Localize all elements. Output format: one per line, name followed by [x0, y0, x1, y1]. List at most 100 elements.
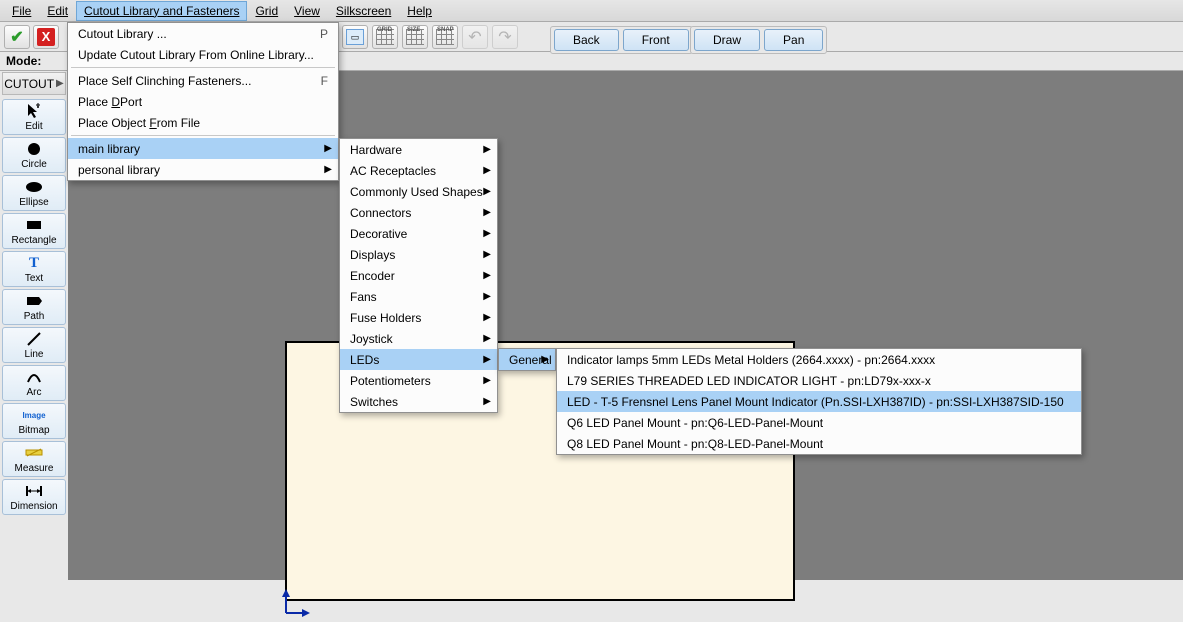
size-button[interactable]: SIZE	[402, 25, 428, 49]
tool-bitmap[interactable]: ImageBitmap	[2, 403, 66, 439]
menu-item-general[interactable]: General▶	[499, 349, 555, 370]
menu-item-fans[interactable]: Fans▶	[340, 286, 497, 307]
tool-edit[interactable]: Edit	[2, 99, 66, 135]
front-button[interactable]: Front	[623, 29, 689, 51]
menu-item-potentiometers[interactable]: Potentiometers▶	[340, 370, 497, 391]
tool-label: Measure	[15, 463, 54, 474]
snap-icon: SNAP	[436, 29, 454, 45]
x-icon: X	[37, 28, 55, 46]
tool-ellipse[interactable]: Ellipse	[2, 175, 66, 211]
check-icon: ✔	[10, 27, 23, 47]
tool-path[interactable]: Path	[2, 289, 66, 325]
snap-button[interactable]: SNAP	[432, 25, 458, 49]
menu-item-led-option[interactable]: Q8 LED Panel Mount - pn:Q8-LED-Panel-Mou…	[557, 433, 1081, 454]
menu-item-ac-receptacles[interactable]: AC Receptacles▶	[340, 160, 497, 181]
tool-label: Dimension	[10, 501, 57, 512]
chevron-right-icon: ▶	[324, 164, 332, 175]
chevron-right-icon: ▶	[483, 291, 491, 302]
menu-item-led-option[interactable]: LED - T-5 Frensnel Lens Panel Mount Indi…	[557, 391, 1081, 412]
leds-submenu: General▶	[498, 348, 556, 371]
chevron-right-icon: ▶	[483, 312, 491, 323]
tool-text[interactable]: TText	[2, 251, 66, 287]
redo-icon: ↷	[498, 27, 511, 47]
bitmap-icon: Image	[22, 406, 45, 424]
face-group: Back Front	[550, 26, 693, 54]
path-icon	[25, 292, 43, 310]
grid-icon: GRID	[376, 29, 394, 45]
menu-item-place-object[interactable]: Place Object From File	[68, 112, 338, 133]
tool-line[interactable]: Line	[2, 327, 66, 363]
sidebar: CUTOUT▶ Edit Circle Ellipse Rectangle TTextP…	[0, 71, 68, 580]
menu-file[interactable]: File	[4, 1, 39, 21]
menu-view[interactable]: View	[286, 1, 328, 21]
menu-grid[interactable]: Grid	[247, 1, 286, 21]
chevron-right-icon: ▶	[483, 354, 491, 365]
menu-item-main-library[interactable]: main library▶	[68, 138, 338, 159]
menu-item-decorative[interactable]: Decorative▶	[340, 223, 497, 244]
redo-button[interactable]: ↷	[492, 25, 518, 49]
tool-arc[interactable]: Arc	[2, 365, 66, 401]
menu-item-led-option[interactable]: L79 SERIES THREADED LED INDICATOR LIGHT …	[557, 370, 1081, 391]
chevron-right-icon: ▶	[324, 143, 332, 154]
chevron-right-icon: ▶	[483, 165, 491, 176]
menu-item-place-dport[interactable]: Place DPort	[68, 91, 338, 112]
menu-edit[interactable]: Edit	[39, 1, 76, 21]
chevron-right-icon: ▶	[483, 375, 491, 386]
undo-button[interactable]: ↶	[462, 25, 488, 49]
menu-cutout-library[interactable]: Cutout Library and Fasteners	[76, 1, 247, 21]
cursor-icon	[26, 102, 42, 120]
chevron-right-icon: ▶	[541, 354, 549, 365]
menu-item-encoder[interactable]: Encoder▶	[340, 265, 497, 286]
selection-tool-button[interactable]: ▭	[342, 25, 368, 49]
menu-item-fuse-holders[interactable]: Fuse Holders▶	[340, 307, 497, 328]
menu-item-update-library[interactable]: Update Cutout Library From Online Librar…	[68, 44, 338, 65]
measure-icon	[25, 444, 43, 462]
separator	[71, 67, 335, 68]
tool-circle[interactable]: Circle	[2, 137, 66, 173]
chevron-right-icon: ▶	[483, 228, 491, 239]
arc-icon	[26, 368, 42, 386]
cutout-menu: Cutout Library ...P Update Cutout Librar…	[67, 22, 339, 181]
menu-item-displays[interactable]: Displays▶	[340, 244, 497, 265]
line-icon	[26, 330, 42, 348]
general-submenu: Indicator lamps 5mm LEDs Metal Holders (…	[556, 348, 1082, 455]
ellipse-icon	[24, 178, 44, 196]
menu-item-cutout-library[interactable]: Cutout Library ...P	[68, 23, 338, 44]
chevron-right-icon: ▶	[483, 144, 491, 155]
menu-item-switches[interactable]: Switches▶	[340, 391, 497, 412]
chevron-right-icon: ▶	[483, 207, 491, 218]
menu-item-hardware[interactable]: Hardware▶	[340, 139, 497, 160]
cancel-button[interactable]: X	[33, 25, 59, 49]
pan-button[interactable]: Pan	[764, 29, 823, 51]
back-button[interactable]: Back	[554, 29, 619, 51]
circle-icon	[26, 140, 42, 158]
chevron-right-icon: ▶	[483, 333, 491, 344]
draw-button[interactable]: Draw	[694, 29, 760, 51]
tool-measure[interactable]: Measure	[2, 441, 66, 477]
menu-silkscreen[interactable]: Silkscreen	[328, 1, 399, 21]
accept-button[interactable]: ✔	[4, 25, 30, 49]
menu-help[interactable]: Help	[399, 1, 440, 21]
menu-item-led-option[interactable]: Q6 LED Panel Mount - pn:Q6-LED-Panel-Mou…	[557, 412, 1081, 433]
main-library-submenu: Hardware▶AC Receptacles▶Commonly Used Sh…	[339, 138, 498, 413]
grid-button[interactable]: GRID	[372, 25, 398, 49]
mode-button[interactable]: CUTOUT▶	[2, 72, 66, 95]
tool-label: Bitmap	[18, 425, 49, 436]
tool-rectangle[interactable]: Rectangle	[2, 213, 66, 249]
menu-item-leds[interactable]: LEDs▶	[340, 349, 497, 370]
menu-item-commonly-used-shapes[interactable]: Commonly Used Shapes▶	[340, 181, 497, 202]
menu-item-joystick[interactable]: Joystick▶	[340, 328, 497, 349]
menu-item-personal-library[interactable]: personal library▶	[68, 159, 338, 180]
tool-label: Arc	[27, 387, 42, 398]
selection-icon: ▭	[346, 29, 364, 45]
chevron-right-icon: ▶	[56, 78, 64, 89]
menu-item-connectors[interactable]: Connectors▶	[340, 202, 497, 223]
tool-label: Circle	[21, 159, 47, 170]
tool-label: Rectangle	[11, 235, 56, 246]
tool-dimension[interactable]: Dimension	[2, 479, 66, 515]
menu-item-place-self[interactable]: Place Self Clinching Fasteners...F	[68, 70, 338, 91]
menu-item-led-option[interactable]: Indicator lamps 5mm LEDs Metal Holders (…	[557, 349, 1081, 370]
tool-label: Line	[25, 349, 44, 360]
separator	[71, 135, 335, 136]
tool-label: Text	[25, 273, 43, 284]
